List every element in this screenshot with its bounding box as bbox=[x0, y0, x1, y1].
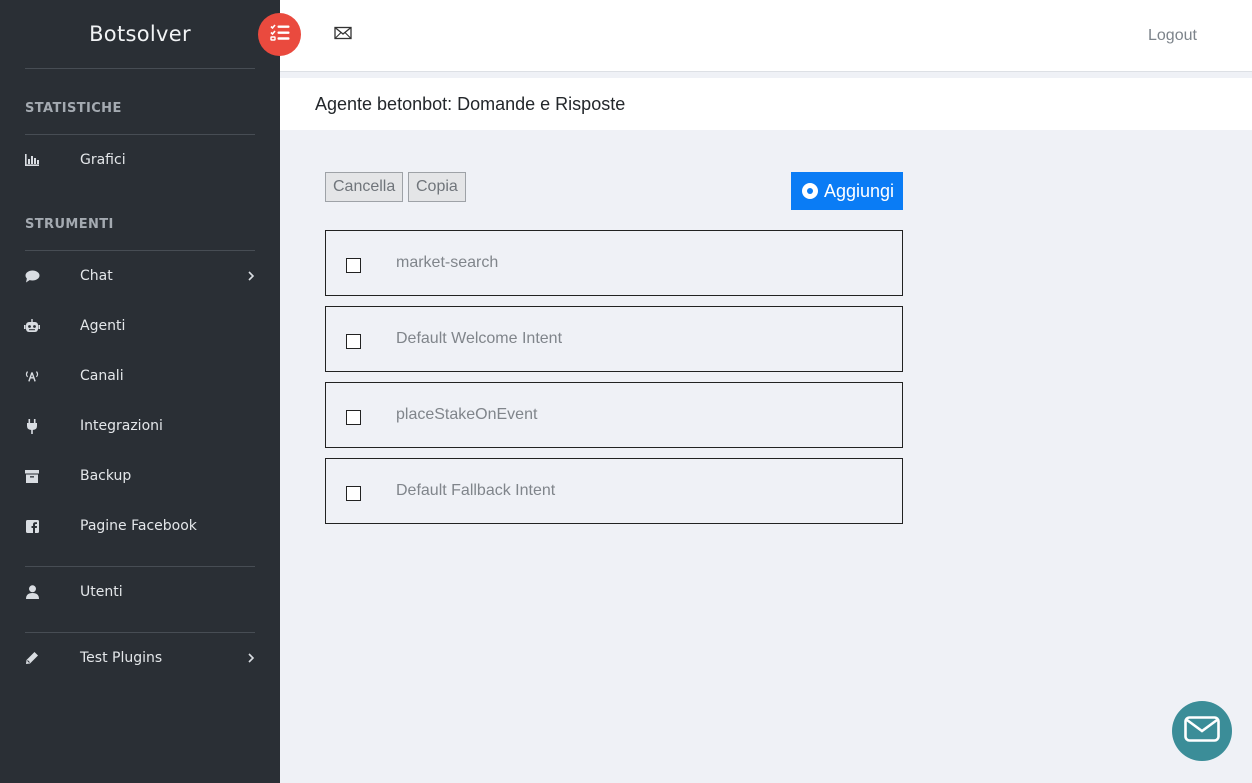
page-header: Agente betonbot: Domande e Risposte bbox=[280, 78, 1252, 130]
sidebar-item-label: Backup bbox=[80, 468, 132, 484]
section-title-strumenti: STRUMENTI bbox=[25, 217, 114, 232]
sidebar-item-label: Pagine Facebook bbox=[80, 518, 197, 534]
pencil-icon bbox=[24, 650, 40, 666]
divider bbox=[25, 566, 255, 567]
page-title: Agente betonbot: Domande e Risposte bbox=[315, 94, 626, 114]
intent-name: Default Welcome Intent bbox=[396, 330, 563, 347]
sidebar-item-test-plugins[interactable]: Test Plugins bbox=[0, 638, 280, 678]
sidebar-item-agenti[interactable]: Agenti bbox=[0, 306, 280, 346]
chat-launcher-button[interactable] bbox=[1172, 701, 1232, 761]
list-item[interactable]: placeStakeOnEvent bbox=[325, 382, 903, 448]
sidebar-toggle-button[interactable] bbox=[258, 13, 301, 56]
logout-link[interactable]: Logout bbox=[1148, 27, 1197, 45]
sidebar-item-canali[interactable]: Canali bbox=[0, 356, 280, 396]
sidebar-item-integrazioni[interactable]: Integrazioni bbox=[0, 406, 280, 446]
radio-dot-icon bbox=[802, 183, 818, 199]
top-bar bbox=[280, 0, 1252, 72]
chevron-right-icon bbox=[247, 650, 257, 666]
add-button-label: Aggiungi bbox=[824, 181, 895, 201]
intent-name: market-search bbox=[396, 254, 499, 271]
facebook-icon bbox=[24, 518, 40, 534]
list-item[interactable]: Default Welcome Intent bbox=[325, 306, 903, 372]
sidebar-item-utenti[interactable]: Utenti bbox=[0, 572, 280, 612]
sidebar-item-pagine-facebook[interactable]: Pagine Facebook bbox=[0, 506, 280, 546]
intent-checkbox[interactable] bbox=[346, 334, 361, 349]
sidebar-item-label: Canali bbox=[80, 368, 124, 384]
list-item[interactable]: Default Fallback Intent bbox=[325, 458, 903, 524]
bar-chart-icon bbox=[24, 152, 40, 168]
sidebar-item-backup[interactable]: Backup bbox=[0, 456, 280, 496]
divider bbox=[25, 134, 255, 135]
divider bbox=[25, 632, 255, 633]
user-icon bbox=[24, 584, 40, 600]
sidebar-item-label: Utenti bbox=[80, 584, 123, 600]
envelope-icon bbox=[1184, 716, 1220, 746]
delete-button[interactable]: Cancella bbox=[325, 172, 404, 202]
chat-bubble-icon bbox=[24, 268, 40, 284]
sidebar-item-label: Grafici bbox=[80, 152, 126, 168]
intent-checkbox[interactable] bbox=[346, 486, 361, 501]
sidebar: Botsolver STATISTICHE Grafici STRUMENTI … bbox=[0, 0, 280, 783]
intent-checkbox[interactable] bbox=[346, 258, 361, 273]
sidebar-item-label: Test Plugins bbox=[80, 650, 163, 666]
sidebar-item-label: Integrazioni bbox=[80, 418, 163, 434]
divider bbox=[25, 250, 255, 251]
robot-icon bbox=[24, 318, 40, 334]
plug-icon bbox=[24, 418, 40, 434]
broadcast-icon bbox=[24, 368, 40, 384]
sidebar-item-grafici[interactable]: Grafici bbox=[0, 140, 280, 180]
archive-icon bbox=[24, 468, 40, 484]
brand-name: Botsolver bbox=[25, 0, 255, 69]
list-item[interactable]: market-search bbox=[325, 230, 903, 296]
intent-checkbox[interactable] bbox=[346, 410, 361, 425]
sidebar-item-label: Chat bbox=[80, 268, 113, 284]
chevron-right-icon bbox=[247, 268, 257, 284]
task-list-icon bbox=[269, 24, 290, 45]
copy-button[interactable]: Copia bbox=[408, 172, 466, 202]
add-button[interactable]: Aggiungi bbox=[791, 172, 903, 210]
intent-name: Default Fallback Intent bbox=[396, 482, 556, 499]
intent-name: placeStakeOnEvent bbox=[396, 406, 538, 423]
section-title-statistiche: STATISTICHE bbox=[25, 101, 122, 116]
envelope-icon[interactable] bbox=[334, 25, 354, 41]
sidebar-item-chat[interactable]: Chat bbox=[0, 256, 280, 296]
sidebar-item-label: Agenti bbox=[80, 318, 126, 334]
